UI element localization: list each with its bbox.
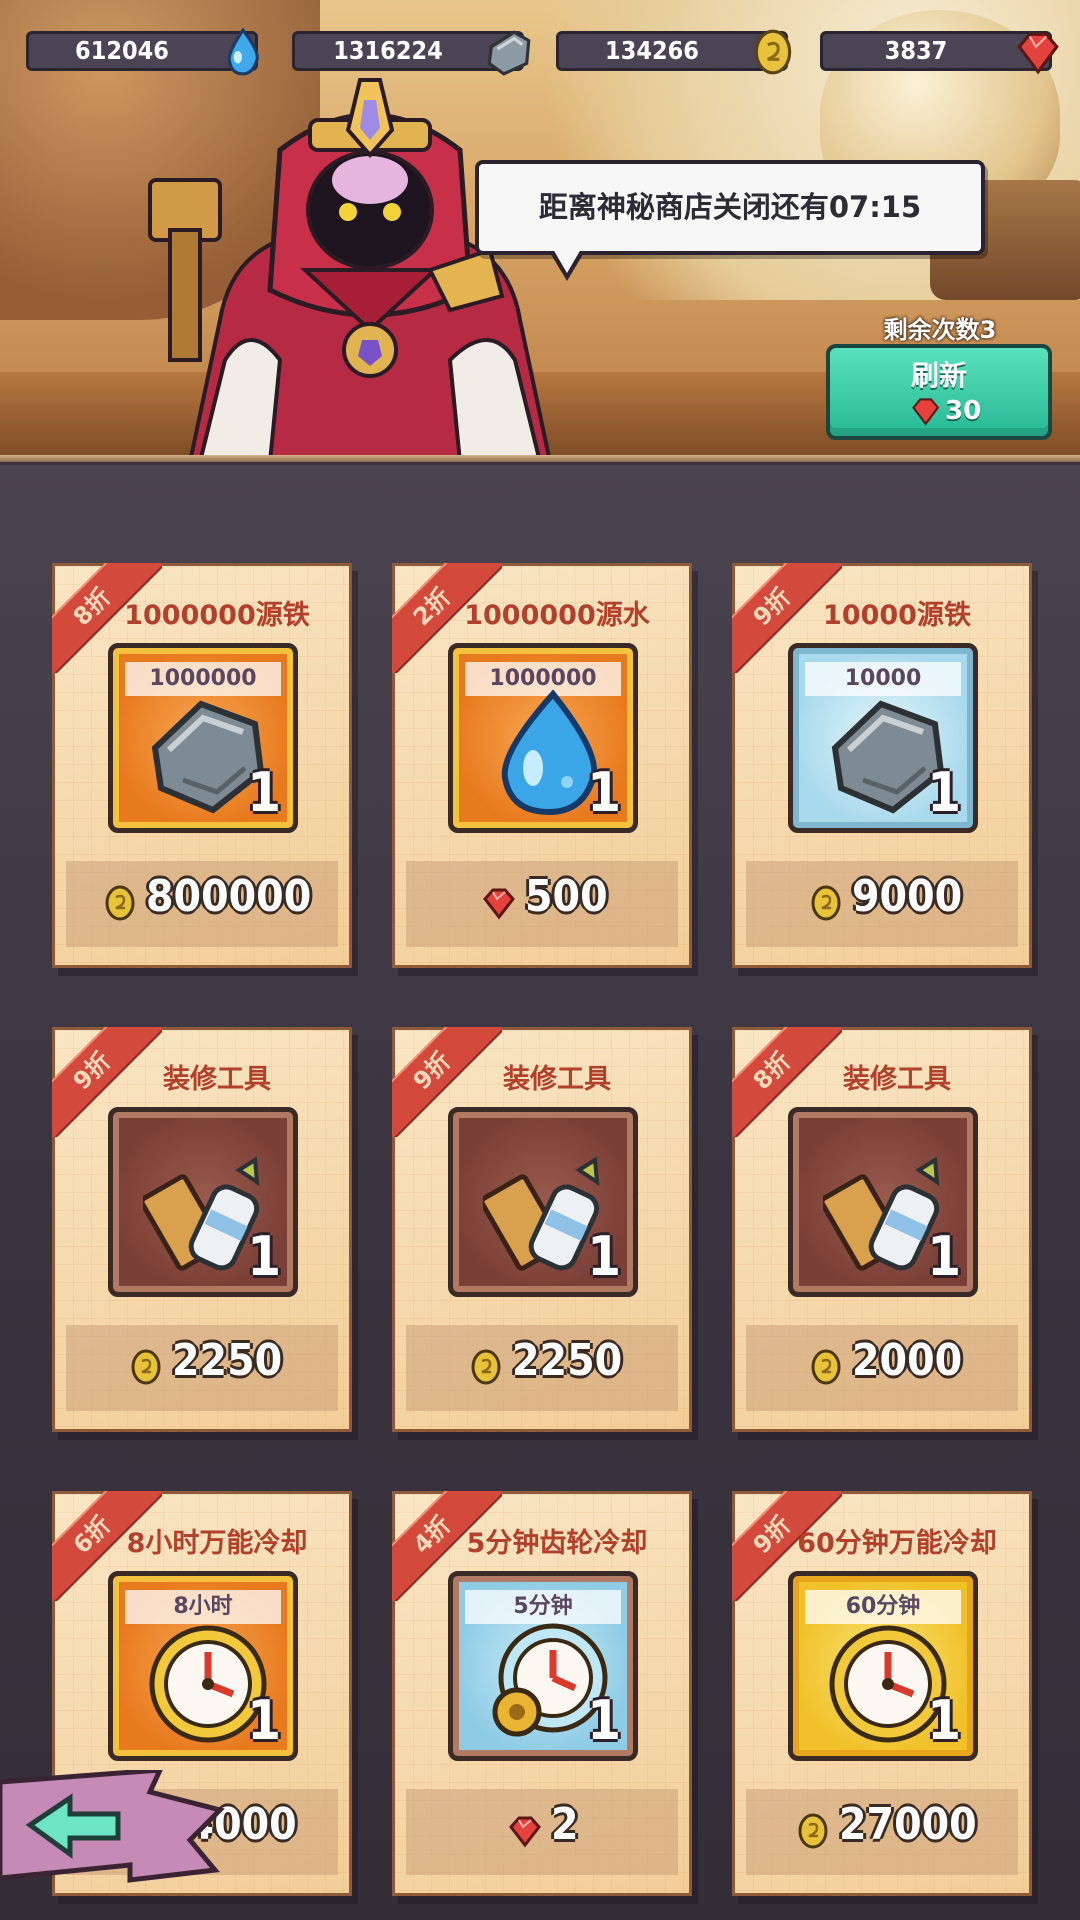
item-price: 800000	[146, 871, 312, 922]
shop-item-card[interactable]: 9折 10000源铁 10000 1 9000	[732, 563, 1044, 978]
item-name: 10000源铁	[823, 600, 971, 631]
item-price: 500	[525, 871, 608, 922]
water-drop-icon	[227, 27, 259, 76]
item-count: 1	[247, 1689, 281, 1752]
red-gem-icon	[507, 1813, 543, 1849]
shop-close-countdown: 距离神秘商店关闭还有07:15	[538, 190, 922, 224]
red-gem-icon	[481, 885, 517, 921]
refresh-cost: 30	[945, 396, 982, 426]
item-count: 1	[247, 761, 281, 824]
item-count: 1	[587, 1689, 621, 1752]
item-count: 1	[587, 761, 621, 824]
item-icon-frame: 5分钟 1	[448, 1571, 638, 1761]
item-name: 装修工具	[843, 1064, 951, 1095]
item-price-bar: 2000	[746, 1325, 1018, 1411]
red-gem-icon	[912, 398, 940, 426]
item-price-bar: 2250	[66, 1325, 338, 1411]
item-icon-frame: 10000 1	[788, 643, 978, 833]
item-price-bar: 800000	[66, 861, 338, 947]
shop-item-card[interactable]: 9折 装修工具 1 2250	[392, 1027, 704, 1442]
item-icon-frame: 60分钟 1	[788, 1571, 978, 1761]
item-price-bar: 9000	[746, 861, 1018, 947]
currency-iron: 1316224	[292, 30, 531, 76]
merchant-character	[148, 78, 553, 462]
gold-coin-icon	[102, 885, 138, 921]
currency-iron-value: 1316224	[333, 36, 443, 65]
item-name: 5分钟齿轮冷却	[466, 1528, 648, 1559]
gold-coin-icon	[468, 1349, 504, 1385]
item-name: 装修工具	[503, 1064, 611, 1095]
shop-header-scene: 612046 1316224 134266 3837 距离神秘商店关闭还有07:…	[0, 0, 1080, 462]
back-button[interactable]	[0, 1770, 230, 1890]
refresh-button[interactable]: 刷新 30	[826, 344, 1052, 440]
item-name: 1000000源水	[464, 600, 650, 631]
item-name: 装修工具	[163, 1064, 271, 1095]
gold-coin-icon	[128, 1349, 164, 1385]
item-icon-frame: 1	[788, 1107, 978, 1297]
item-price-bar: 27000	[746, 1789, 1018, 1875]
currency-gold-value: 134266	[605, 36, 699, 65]
currency-gem-value: 3837	[884, 36, 948, 65]
item-count: 1	[927, 1225, 961, 1288]
item-name: 1000000源铁	[124, 600, 310, 631]
refresh-remaining-count: 剩余次数3	[883, 316, 997, 344]
shop-item-card[interactable]: 4折 5分钟齿轮冷却 5分钟 1 2	[392, 1491, 704, 1906]
item-price: 2	[551, 1799, 579, 1850]
shop-item-card[interactable]: 9折 60分钟万能冷却 60分钟 1 27000	[732, 1491, 1044, 1906]
header-divider	[0, 455, 1080, 462]
gold-coin-icon	[754, 29, 792, 75]
item-icon-frame: 1000000 1	[448, 643, 638, 833]
item-price-bar: 500	[406, 861, 678, 947]
item-price: 2250	[512, 1335, 623, 1386]
currency-water: 612046	[26, 27, 259, 76]
item-icon-frame: 1000000 1	[108, 643, 298, 833]
shop-item-card[interactable]: 8折 1000000源铁 1000000 1 800000	[52, 563, 364, 978]
item-price-bar: 2250	[406, 1325, 678, 1411]
item-count: 1	[927, 1689, 961, 1752]
iron-ore-icon	[487, 30, 531, 76]
merchant-speech-bubble: 距离神秘商店关闭还有07:15	[475, 160, 985, 281]
item-icon-frame: 1	[108, 1107, 298, 1297]
item-count: 1	[247, 1225, 281, 1288]
item-price: 9000	[852, 871, 963, 922]
shop-item-card[interactable]: 9折 装修工具 1 2250	[52, 1027, 364, 1442]
currency-gold: 134266	[556, 29, 792, 75]
item-price: 2000	[852, 1335, 963, 1386]
item-price: 27000	[839, 1799, 977, 1850]
gold-coin-icon	[808, 885, 844, 921]
shop-item-card[interactable]: 8折 装修工具 1 2000	[732, 1027, 1044, 1442]
refresh-button-label: 刷新	[910, 359, 967, 392]
currency-water-value: 612046	[75, 36, 169, 65]
currency-gem: 3837	[820, 31, 1059, 75]
gold-coin-icon	[808, 1349, 844, 1385]
item-icon-frame: 8小时 1	[108, 1571, 298, 1761]
item-count: 1	[587, 1225, 621, 1288]
item-icon-frame: 1	[448, 1107, 638, 1297]
item-name: 8小时万能冷却	[126, 1528, 308, 1559]
shop-item-card[interactable]: 2折 1000000源水 1000000 1 500	[392, 563, 704, 978]
speech-tail-fill	[553, 249, 581, 273]
red-gem-icon	[1017, 32, 1059, 75]
item-price: 2250	[172, 1335, 283, 1386]
item-count: 1	[927, 761, 961, 824]
gold-coin-icon	[795, 1813, 831, 1849]
item-price-bar: 2	[406, 1789, 678, 1875]
item-name: 60分钟万能冷却	[797, 1528, 997, 1559]
